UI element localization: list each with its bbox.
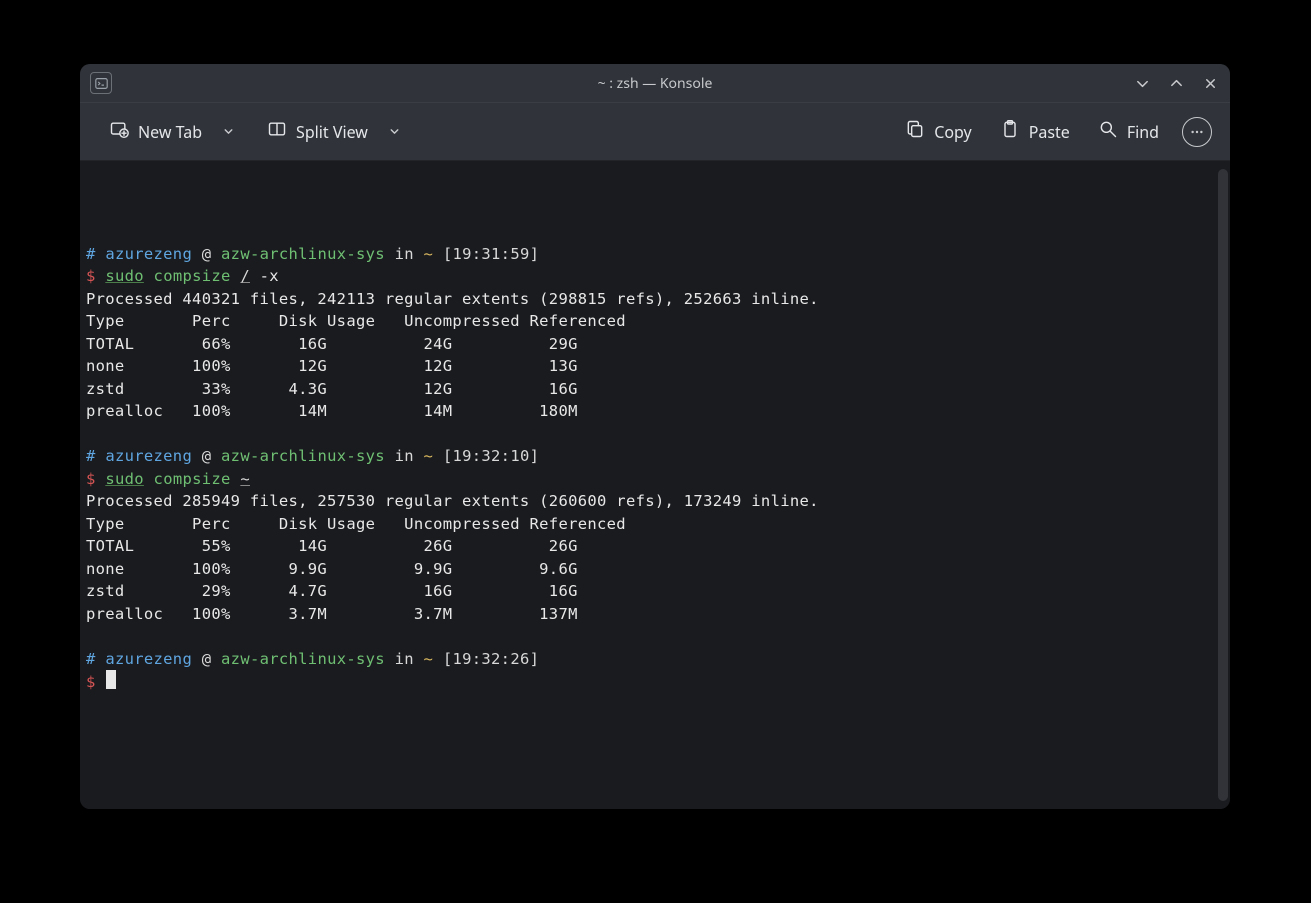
output-line: none 100% 12G 12G 13G bbox=[86, 355, 1224, 378]
prompt-user: azurezeng bbox=[105, 245, 192, 263]
window-title: ~ : zsh — Konsole bbox=[80, 74, 1230, 93]
toolbar: New Tab Split View Copy Paste bbox=[80, 103, 1230, 161]
new-tab-button[interactable]: New Tab bbox=[98, 112, 213, 151]
cmd-name: compsize bbox=[154, 267, 231, 285]
prompt-user: azurezeng bbox=[105, 650, 192, 668]
cmd-sudo: sudo bbox=[105, 267, 144, 285]
output-line: Processed 285949 files, 257530 regular e… bbox=[86, 490, 1224, 513]
copy-icon bbox=[905, 119, 925, 144]
output-line: zstd 29% 4.7G 16G 16G bbox=[86, 580, 1224, 603]
prompt-hash: # bbox=[86, 447, 96, 465]
prompt-line: # azurezeng @ azw-archlinux-sys in ~ [19… bbox=[86, 243, 1224, 266]
konsole-window: ~ : zsh — Konsole New Tab bbox=[80, 64, 1230, 809]
prompt-dollar: $ bbox=[86, 267, 96, 285]
output-line: none 100% 9.9G 9.9G 9.6G bbox=[86, 558, 1224, 581]
prompt-line: # azurezeng @ azw-archlinux-sys in ~ [19… bbox=[86, 445, 1224, 468]
split-view-button[interactable]: Split View bbox=[256, 112, 379, 151]
prompt-host: azw-archlinux-sys bbox=[221, 245, 385, 263]
overflow-menu-button[interactable] bbox=[1182, 117, 1212, 147]
cmd-name: compsize bbox=[154, 470, 231, 488]
output-line: TOTAL 55% 14G 26G 26G bbox=[86, 535, 1224, 558]
prompt-hash: # bbox=[86, 650, 96, 668]
paste-icon bbox=[1000, 119, 1020, 144]
output-line: Processed 440321 files, 242113 regular e… bbox=[86, 288, 1224, 311]
split-view-label: Split View bbox=[296, 121, 368, 143]
output-line: zstd 33% 4.3G 12G 16G bbox=[86, 378, 1224, 401]
find-label: Find bbox=[1127, 121, 1159, 143]
prompt-dollar: $ bbox=[86, 470, 96, 488]
maximize-button[interactable] bbox=[1166, 73, 1186, 93]
new-tab-label: New Tab bbox=[138, 121, 202, 143]
copy-label: Copy bbox=[934, 121, 971, 143]
prompt-hash: # bbox=[86, 245, 96, 263]
new-tab-icon bbox=[109, 119, 129, 144]
prompt-path: ~ bbox=[424, 245, 434, 263]
copy-button[interactable]: Copy bbox=[894, 112, 982, 151]
command-line: $ bbox=[86, 670, 1224, 694]
prompt-dollar: $ bbox=[86, 673, 96, 691]
output-line: prealloc 100% 14M 14M 180M bbox=[86, 400, 1224, 423]
output-line: prealloc 100% 3.7M 3.7M 137M bbox=[86, 603, 1224, 626]
prompt-path: ~ bbox=[424, 447, 434, 465]
find-button[interactable]: Find bbox=[1087, 112, 1170, 151]
prompt-time: [19:31:59] bbox=[433, 245, 539, 263]
cursor bbox=[106, 670, 116, 689]
prompt-path: ~ bbox=[424, 650, 434, 668]
paste-button[interactable]: Paste bbox=[989, 112, 1081, 151]
app-menu-icon[interactable] bbox=[90, 72, 112, 94]
output-line: Type Perc Disk Usage Uncompressed Refere… bbox=[86, 513, 1224, 536]
terminal-view[interactable]: # azurezeng @ azw-archlinux-sys in ~ [19… bbox=[80, 161, 1230, 809]
paste-label: Paste bbox=[1029, 121, 1070, 143]
cmd-arg: ~ bbox=[240, 470, 250, 488]
prompt-host: azw-archlinux-sys bbox=[221, 447, 385, 465]
titlebar: ~ : zsh — Konsole bbox=[80, 64, 1230, 103]
window-controls bbox=[1132, 73, 1220, 93]
cmd-sudo: sudo bbox=[105, 470, 144, 488]
scrollbar[interactable] bbox=[1218, 169, 1228, 801]
cmd-arg: / bbox=[240, 267, 250, 285]
command-line: $ sudo compsize / -x bbox=[86, 265, 1224, 288]
split-view-icon bbox=[267, 119, 287, 144]
cmd-flags: -x bbox=[250, 267, 279, 285]
prompt-time: [19:32:26] bbox=[433, 650, 539, 668]
command-line: $ sudo compsize ~ bbox=[86, 468, 1224, 491]
output-line: TOTAL 66% 16G 24G 29G bbox=[86, 333, 1224, 356]
split-view-dropdown[interactable] bbox=[385, 118, 404, 145]
find-icon bbox=[1098, 119, 1118, 144]
prompt-user: azurezeng bbox=[105, 447, 192, 465]
output-line: Type Perc Disk Usage Uncompressed Refere… bbox=[86, 310, 1224, 333]
new-tab-dropdown[interactable] bbox=[219, 118, 238, 145]
prompt-host: azw-archlinux-sys bbox=[221, 650, 385, 668]
close-button[interactable] bbox=[1200, 73, 1220, 93]
minimize-button[interactable] bbox=[1132, 73, 1152, 93]
prompt-line: # azurezeng @ azw-archlinux-sys in ~ [19… bbox=[86, 648, 1224, 671]
prompt-time: [19:32:10] bbox=[433, 447, 539, 465]
